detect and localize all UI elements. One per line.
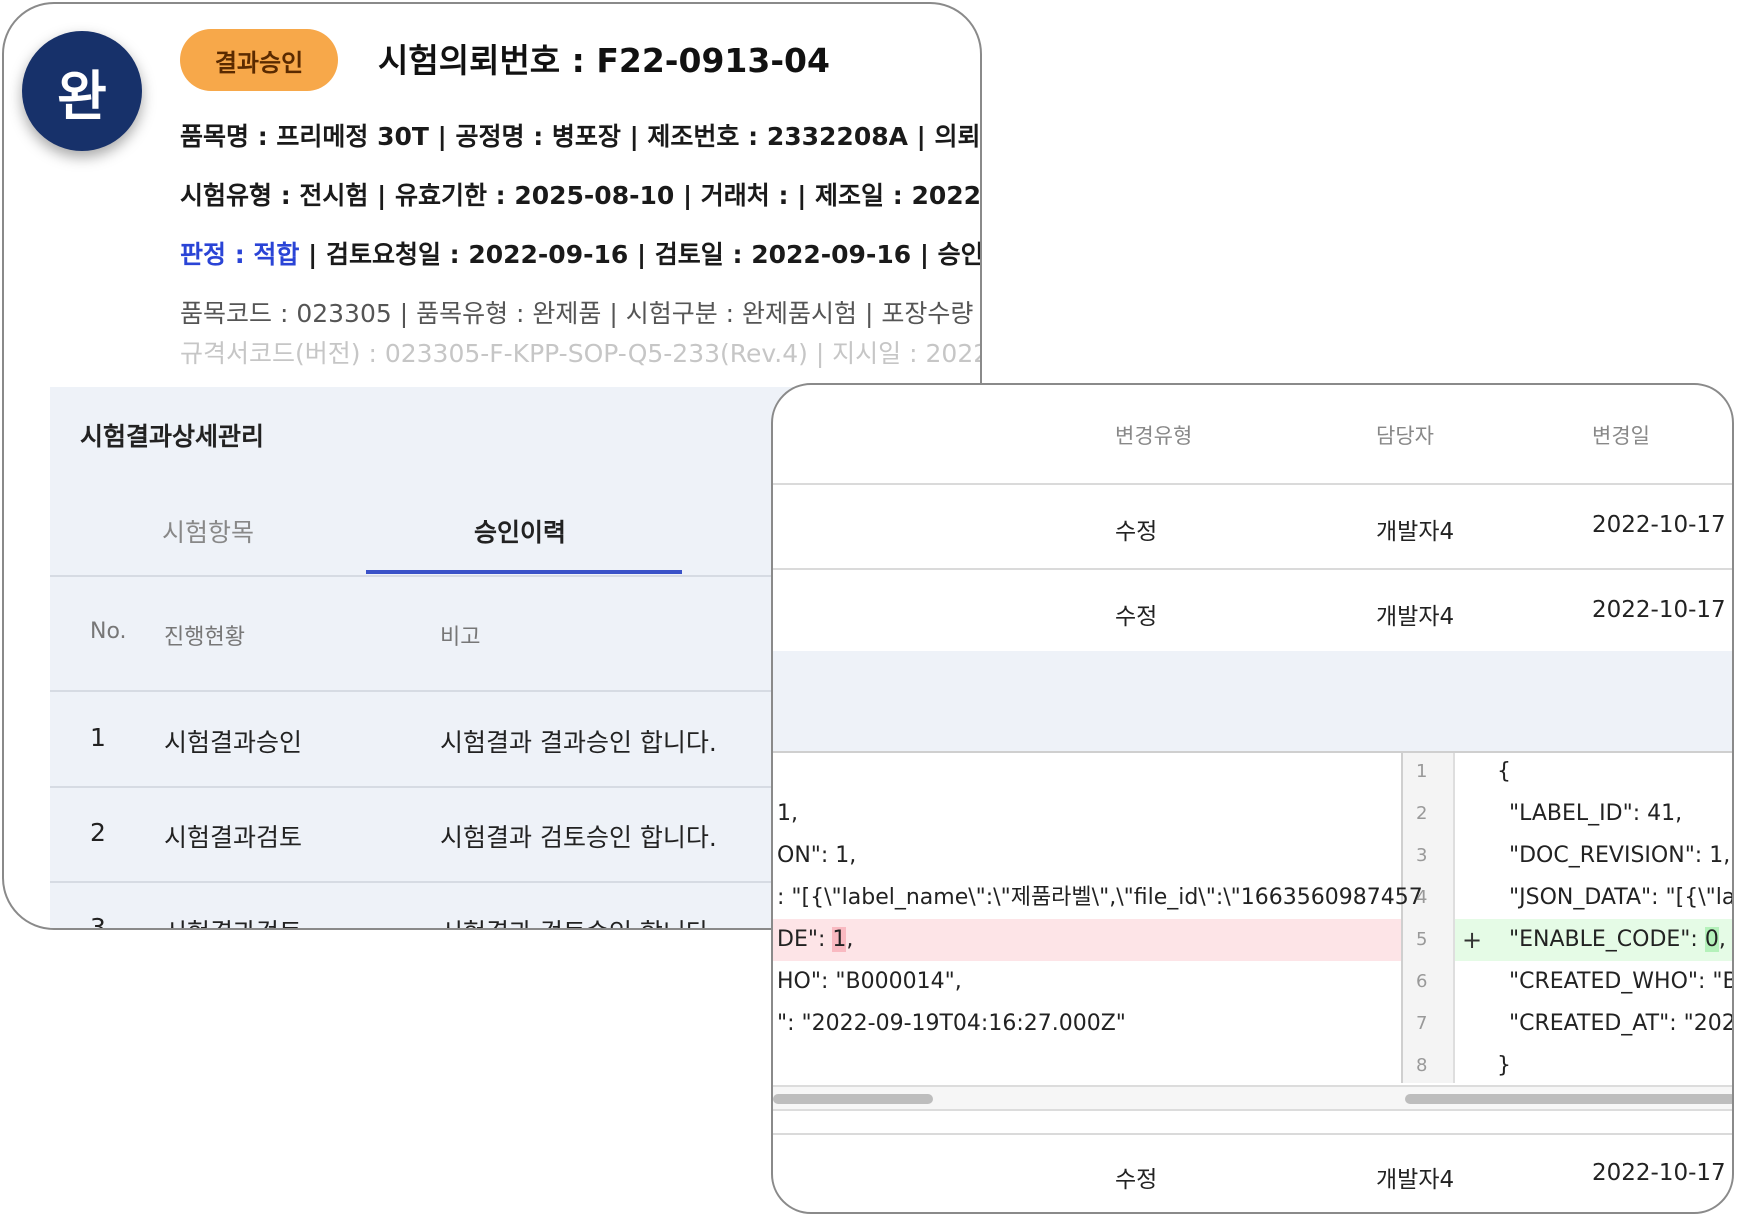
row-progress: 시험결과검토: [164, 823, 303, 852]
line-number: 1: [1416, 761, 1428, 782]
line-number: 2: [1416, 803, 1428, 824]
json-diff-viewer: 1, ON": 1, : "[{\"label_name\":\"제품라벨\",…: [773, 751, 1734, 1123]
panel-title: 시험결과상세관리: [80, 422, 265, 451]
line-number: 4: [1416, 887, 1428, 908]
expanded-row-band: [773, 651, 1732, 751]
row-divider: [773, 568, 1732, 570]
column-header-note: 비고: [440, 625, 481, 650]
row-note: 시험결과 검토승인 합니다.: [440, 823, 717, 852]
removed-line-highlight: [773, 919, 1401, 961]
old-line: ": "2022-09-19T04:16:27.000Z": [777, 1011, 1126, 1036]
new-line: "CREATED_AT": "202: [1509, 1011, 1734, 1036]
row-progress: 시험결과승인: [164, 728, 303, 757]
avatar-char: 완: [57, 64, 107, 128]
old-line: : "[{\"label_name\":\"제품라벨\",\"file_id\"…: [777, 885, 1423, 910]
info-line-test-type: 시험유형 : 전시험 | 유효기한 : 2025-08-10 | 거래처 : |…: [180, 181, 982, 210]
new-line: {: [1497, 759, 1511, 784]
column-header-progress: 진행현황: [164, 625, 245, 650]
line-number: 3: [1416, 845, 1428, 866]
new-line-added: "ENABLE_CODE": 0,: [1509, 927, 1726, 952]
new-line: }: [1497, 1053, 1511, 1078]
row-owner: 개발자4: [1376, 604, 1455, 630]
info-line-product: 품목명 : 프리메정 30T | 공정명 : 병포장 | 제조번호 : 2332…: [180, 122, 982, 151]
info-line-item-code: 품목코드 : 023305 | 품목유형 : 완제품 | 시험구분 : 완제품시…: [180, 299, 982, 328]
row-no: 2: [90, 818, 106, 847]
new-line: "DOC_REVISION": 1,: [1509, 843, 1731, 868]
old-line-removed: DE": 1,: [777, 927, 854, 952]
row-change-type: 수정: [1115, 604, 1158, 630]
row-change-date: 2022-10-17: [1592, 597, 1726, 623]
header-divider: [773, 483, 1732, 485]
line-number: 6: [1416, 971, 1428, 992]
row-no: 1: [90, 723, 106, 752]
row-change-type: 수정: [1115, 1167, 1158, 1193]
row-divider: [773, 1133, 1732, 1135]
request-number-title: 시험의뢰번호 : F22-0913-04: [378, 41, 830, 80]
column-header-change-date: 변경일: [1592, 424, 1650, 448]
added-value: 0: [1704, 927, 1719, 952]
right-scroll-thumb[interactable]: [1405, 1094, 1732, 1104]
status-badge: 결과승인: [180, 29, 338, 91]
column-header-owner: 담당자: [1376, 424, 1434, 448]
row-change-date: 2022-10-17: [1592, 1160, 1726, 1186]
removed-value: 1: [832, 927, 847, 952]
new-line: "CREATED_WHO": "B(: [1509, 969, 1734, 994]
line-number: 7: [1416, 1013, 1428, 1034]
new-line: "JSON_DATA": "[{\"lab: [1509, 885, 1734, 910]
row-change-date: 2022-10-17: [1592, 512, 1726, 538]
row-note: 시험결과 검토승인 합니다.: [440, 913, 717, 928]
left-scroll-thumb[interactable]: [773, 1094, 933, 1104]
row-owner: 개발자4: [1376, 1167, 1455, 1193]
column-header-change-type: 변경유형: [1115, 424, 1193, 448]
judgement-label: 판정 : 적합: [180, 240, 300, 269]
info-line-spec-code: 규격서코드(버전) : 023305-F-KPP-SOP-Q5-233(Rev.…: [180, 339, 982, 368]
row-note: 시험결과 결과승인 합니다.: [440, 728, 717, 757]
added-marker-icon: +: [1462, 926, 1483, 954]
column-header-no: No.: [90, 619, 127, 644]
row-change-type: 수정: [1115, 519, 1158, 545]
row-progress: 시험결과검토: [164, 913, 302, 928]
horizontal-scrollbar[interactable]: [773, 1085, 1732, 1111]
change-history-card: 변경유형 담당자 변경일 수정 개발자4 2022-10-17 수정 개발자4 …: [771, 383, 1734, 1214]
old-line: ON": 1,: [777, 843, 857, 868]
review-dates: | 검토요청일 : 2022-09-16 | 검토일 : 2022-09-16 …: [299, 240, 982, 269]
row-owner: 개발자4: [1376, 519, 1455, 545]
tab-test-items[interactable]: 시험항목: [162, 513, 254, 549]
old-line: 1,: [777, 801, 798, 826]
new-line: "LABEL_ID": 41,: [1509, 801, 1683, 826]
status-avatar: 완: [22, 31, 142, 151]
line-number: 8: [1416, 1055, 1428, 1076]
old-line: HO": "B000014",: [777, 969, 962, 994]
tab-approval-history[interactable]: 승인이력: [474, 513, 566, 549]
line-number: 5: [1416, 929, 1428, 950]
row-no: 3: [90, 913, 106, 930]
active-tab-indicator: [366, 570, 682, 574]
info-line-judgement: 판정 : 적합 | 검토요청일 : 2022-09-16 | 검토일 : 202…: [180, 235, 982, 271]
